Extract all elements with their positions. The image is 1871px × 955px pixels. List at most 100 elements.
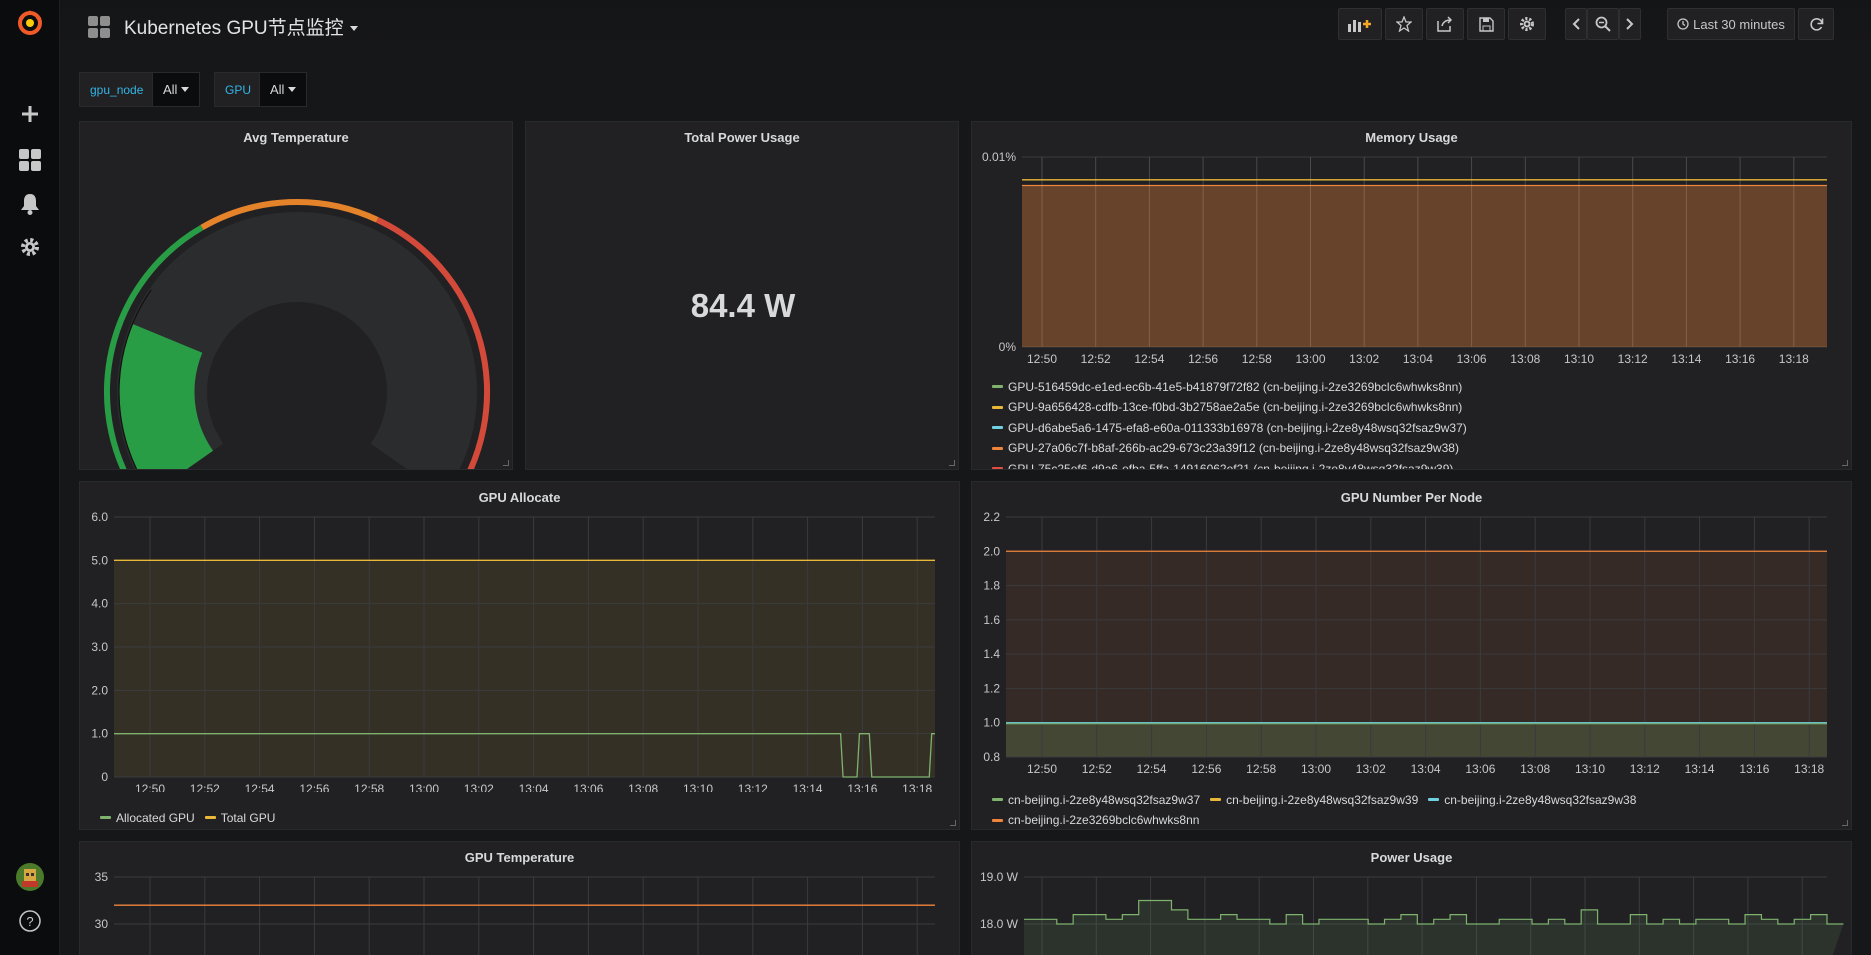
alerting-bell-icon[interactable] [15, 189, 45, 219]
dashboards-icon [88, 15, 110, 38]
x-tick-label: 12:50 [135, 782, 165, 792]
legend-item[interactable]: GPU-9a656428-cdfb-13ce-f0bd-3b2758ae2a5e… [992, 398, 1462, 416]
legend-item[interactable]: GPU-75c25ef6-d9a6-efba-5ffa-14916062ef21… [992, 460, 1454, 470]
legend-label: cn-beijing.i-2ze8y48wsq32fsaz9w38 [1444, 792, 1637, 807]
panel-memory-usage: Memory Usage 0.01% 0% 12:50 12:52 12:54 12:56… [971, 121, 1852, 470]
create-plus-icon[interactable] [15, 99, 45, 129]
y-tick-label: 6.0 [91, 510, 108, 524]
y-tick-label: 2.2 [983, 510, 1000, 524]
legend-swatch [204, 816, 216, 819]
x-tick-label: 13:02 [464, 782, 494, 792]
save-dashboard-button[interactable] [1467, 8, 1505, 40]
legend-item[interactable]: GPU-27a06c7f-b8af-266b-ac29-673c23a39f12… [992, 439, 1459, 457]
power-usage-chart[interactable]: 19.0 W 18.0 W [972, 842, 1852, 955]
x-tick-label: 12:52 [1081, 352, 1111, 366]
x-tick-label: 13:14 [1671, 352, 1701, 366]
time-shift-forward-button[interactable] [1619, 8, 1641, 40]
variable-select-gpu[interactable]: All [259, 72, 308, 107]
y-tick-label: 5.0 [91, 553, 108, 567]
y-tick-label: 4.0 [91, 597, 108, 611]
dashboards-icon[interactable] [15, 145, 45, 175]
configuration-gear-icon[interactable] [15, 232, 45, 262]
panel-total-power-usage: Total Power Usage 84.4 W [525, 121, 959, 470]
legend-label: GPU-75c25ef6-d9a6-efba-5ffa-14916062ef21… [1008, 461, 1454, 470]
total-gpu-area [114, 560, 935, 777]
x-tick-label: 12:58 [1246, 762, 1276, 776]
user-avatar[interactable] [15, 862, 45, 892]
legend-swatch [992, 426, 1003, 429]
y-tick-label: 18.0 W [980, 917, 1019, 931]
legend-item[interactable]: Total GPU [204, 809, 275, 827]
panel-resize-handle[interactable] [950, 820, 956, 826]
x-tick-label: 13:18 [902, 782, 932, 792]
gear-icon [1520, 17, 1534, 31]
x-tick-label: 13:06 [1465, 762, 1495, 776]
x-tick-label: 12:56 [1191, 762, 1221, 776]
variable-select-gpu-node[interactable]: All [152, 72, 201, 107]
dashboard-settings-button[interactable] [1508, 8, 1546, 40]
refresh-icon [1809, 17, 1823, 31]
x-tick-label: 13:12 [738, 782, 768, 792]
x-tick-label: 13:16 [1739, 762, 1769, 776]
panel-resize-handle[interactable] [1842, 460, 1848, 466]
y-tick-label: 0 [101, 770, 108, 784]
legend-label: GPU-27a06c7f-b8af-266b-ac29-673c23a39f12… [1008, 441, 1459, 455]
node-area [1006, 722, 1827, 757]
gpu-number-chart[interactable]: 0.8 1.0 1.2 1.4 1.6 1.8 2.0 2.2 12:50 12:52 12:54 1… [972, 482, 1852, 782]
gauge-value-fill [119, 324, 214, 469]
memory-usage-chart[interactable]: 0.01% 0% 12:50 12:52 12:54 12:56 12:58 13:00 13:… [972, 122, 1852, 372]
zoom-out-button[interactable] [1587, 8, 1619, 40]
sidebar: ? [0, 0, 60, 955]
memory-area [1022, 185, 1827, 347]
grafana-logo-icon[interactable] [15, 8, 45, 38]
variable-label-gpu: GPU [214, 72, 263, 107]
refresh-button[interactable] [1798, 8, 1834, 40]
x-tick-label: 13:08 [1520, 762, 1550, 776]
legend-item[interactable]: cn-beijing.i-2ze8y48wsq32fsaz9w37 [992, 791, 1200, 809]
chevron-right-icon [1626, 18, 1634, 30]
chevron-left-icon [1572, 18, 1580, 30]
share-icon [1437, 16, 1453, 32]
x-tick-label: 12:54 [1137, 762, 1167, 776]
time-range-label: Last 30 minutes [1693, 16, 1785, 32]
help-icon[interactable]: ? [15, 906, 45, 936]
legend-item[interactable]: GPU-516459dc-e1ed-ec6b-41e5-b41879f72f82… [992, 378, 1462, 396]
legend-item[interactable]: cn-beijing.i-2ze8y48wsq32fsaz9w39 [1210, 791, 1418, 809]
legend-swatch [992, 446, 1003, 450]
stat-value: 84.4 W [690, 287, 796, 324]
chart-legend: Allocated GPU Total GPU [100, 806, 285, 827]
legend-item[interactable]: cn-beijing.i-2ze8y48wsq32fsaz9w38 [1428, 791, 1636, 809]
legend-item[interactable]: GPU-d6abe5a6-1475-efa8-e60a-011333b16978… [992, 419, 1467, 437]
legend-swatch [992, 818, 1003, 822]
legend-item[interactable]: Allocated GPU [100, 809, 195, 827]
x-tick-label: 12:56 [299, 782, 329, 792]
y-tick-label: 1.8 [983, 579, 1000, 593]
x-tick-label: 13:16 [847, 782, 877, 792]
add-panel-icon [1348, 20, 1371, 32]
gpu-allocate-chart[interactable]: 0 1.0 2.0 3.0 4.0 5.0 6.0 12:50 12:52 12:54 12:56 1… [80, 482, 960, 792]
x-tick-label: 13:04 [1411, 762, 1441, 776]
legend-label: GPU-9a656428-cdfb-13ce-f0bd-3b2758ae2a5e… [1008, 400, 1463, 414]
add-panel-button[interactable] [1338, 8, 1382, 40]
time-shift-back-button[interactable] [1565, 8, 1587, 40]
panel-resize-handle[interactable] [1842, 820, 1848, 826]
x-tick-label: 13:06 [573, 782, 603, 792]
panel-resize-handle[interactable] [503, 460, 509, 466]
y-tick-label: 30 [95, 917, 109, 931]
time-range-picker[interactable]: Last 30 minutes [1667, 8, 1795, 40]
save-icon [1478, 16, 1494, 32]
legend-swatch [100, 816, 111, 819]
panel-resize-handle[interactable] [949, 460, 955, 466]
legend-swatch [992, 385, 1003, 388]
panel-title[interactable]: Total Power Usage [526, 130, 958, 145]
y-tick-label: 1.4 [983, 647, 1000, 661]
share-dashboard-button[interactable] [1426, 8, 1464, 40]
legend-swatch [1210, 798, 1222, 801]
star-dashboard-button[interactable] [1385, 8, 1423, 40]
temperature-gauge [104, 199, 490, 469]
legend-item[interactable]: cn-beijing.i-2ze3269bclc6whwks8nn [992, 811, 1199, 829]
gpu-temperature-chart[interactable]: 35 30 [80, 842, 960, 955]
legend-label: Allocated GPU [116, 810, 195, 825]
legend-swatch [992, 405, 1003, 409]
dashboard-title-picker[interactable]: Kubernetes GPU节点监控 [88, 13, 358, 40]
